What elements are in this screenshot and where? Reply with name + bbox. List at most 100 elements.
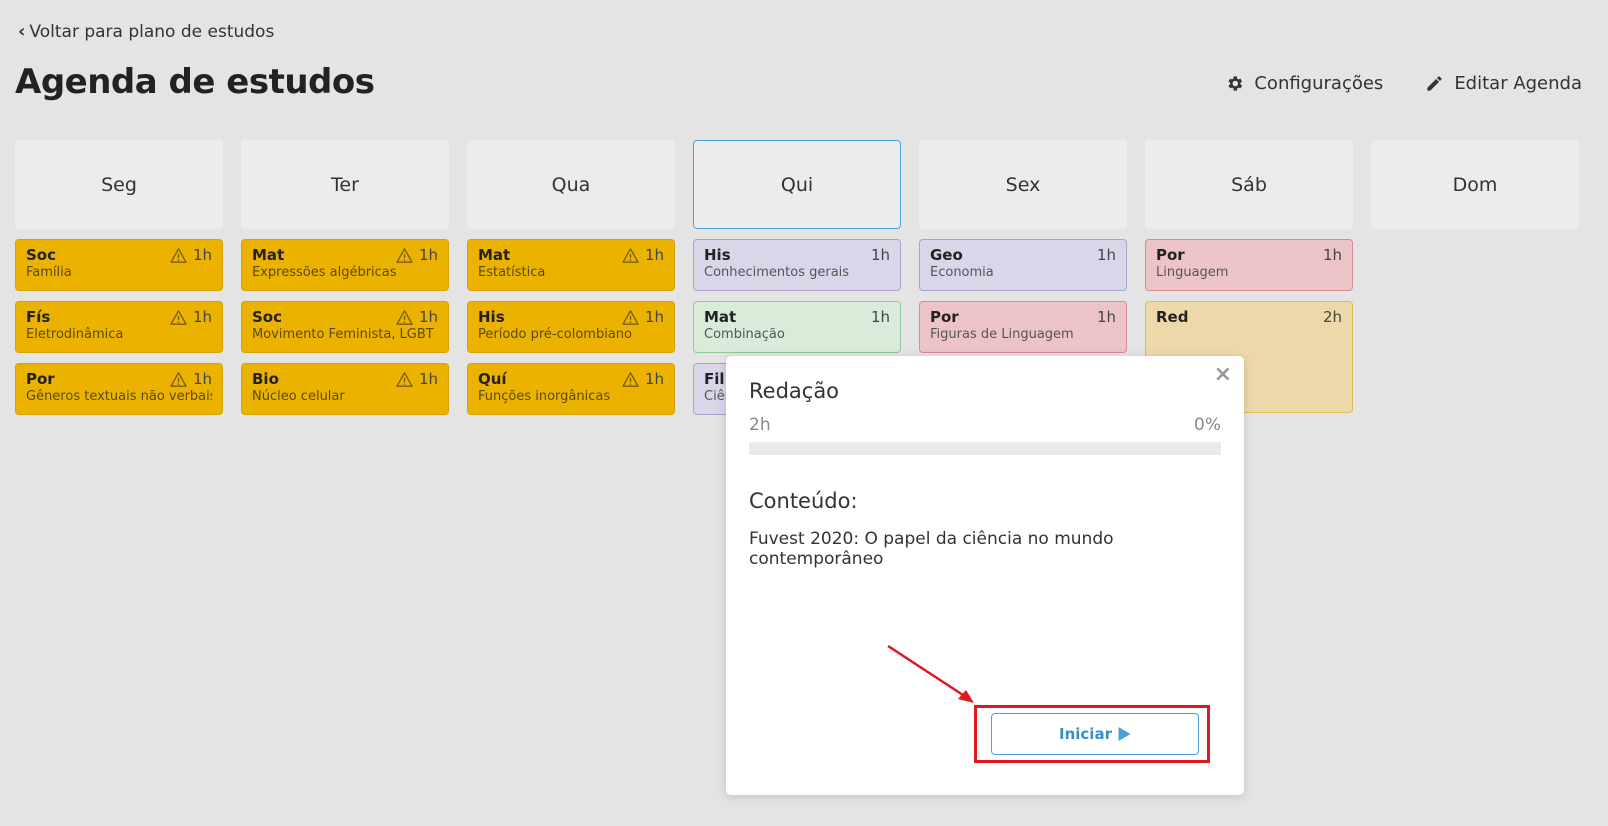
card-duration-label: 1h [644,370,664,388]
card-topic: Movimento Feminista, LGBT e [252,327,438,342]
close-icon[interactable]: × [1214,362,1232,387]
card-subject: Geo [930,246,963,264]
study-card[interactable]: Mat Estatística 1h [467,239,675,291]
study-card[interactable]: Mat Expressões algébricas 1h [241,239,449,291]
card-topic: Linguagem [1156,265,1229,280]
card-duration: 1h [396,308,438,326]
progress-meta: 2h 0% [749,415,1221,435]
modal-title: Redação [749,379,840,403]
warning-icon [622,371,639,387]
settings-button[interactable]: Configurações [1225,73,1383,94]
card-duration-label: 1h [192,370,212,388]
gear-icon [1228,76,1243,91]
day-column: Seg Soc Família 1h Fís Eletrodinâmica 1h Por Gên… [15,140,223,415]
study-card[interactable]: His Conhecimentos gerais 1h [693,239,901,291]
study-card[interactable]: Por Gêneros textuais não verbais 1h [15,363,223,415]
page-title: Agenda de estudos [15,62,375,102]
card-topic: Conhecimentos gerais [704,265,850,280]
back-link-label: Voltar para plano de estudos [29,21,275,42]
card-duration-label: 1h [418,308,438,326]
card-duration: 1h [622,246,664,264]
content-text: Fuvest 2020: O papel da ciência no mundo… [749,529,1114,569]
card-duration-label: 1h [644,308,664,326]
card-duration-label: 1h [644,246,664,264]
study-card[interactable]: Geo Economia 1h [919,239,1127,291]
day-column: Ter Mat Expressões algébricas 1h Soc Moviment… [241,140,449,415]
day-column: Qua Mat Estatística 1h His Período pré-colomb… [467,140,675,415]
card-topic: Período pré-colombiano [478,327,632,342]
card-duration: 1h [1323,246,1342,264]
progress-percent: 0% [1194,415,1221,435]
card-topic: Funções inorgânicas [478,389,611,404]
warning-icon [622,247,639,263]
back-link[interactable]: ‹ Voltar para plano de estudos [18,21,274,42]
day-header[interactable]: Sáb [1145,140,1353,229]
warning-icon [170,371,187,387]
modal-duration: 2h [749,415,771,435]
card-duration-label: 1h [192,308,212,326]
study-card[interactable]: Soc Família 1h [15,239,223,291]
card-duration: 1h [871,308,890,326]
card-topic: Expressões algébricas [252,265,397,280]
card-duration-label: 1h [1096,246,1116,264]
settings-label: Configurações [1254,73,1384,94]
study-card[interactable]: Por Figuras de Linguagem 1h [919,301,1127,353]
study-card[interactable]: Fís Eletrodinâmica 1h [15,301,223,353]
card-duration-label: 1h [192,246,212,264]
annotation-arrow [887,644,974,703]
study-card[interactable]: Quí Funções inorgânicas 1h [467,363,675,415]
study-card[interactable]: Por Linguagem 1h [1145,239,1353,291]
day-header[interactable]: Seg [15,140,223,229]
day-header[interactable]: Qua [467,140,675,229]
card-duration: 1h [170,246,212,264]
warning-icon [170,247,187,263]
edit-agenda-button[interactable]: Editar Agenda [1425,73,1582,94]
pencil-icon [1427,76,1442,91]
card-subject: Por [930,308,959,326]
warning-icon [396,247,413,263]
day-column: Dom [1371,140,1579,415]
card-topic: Economia [930,265,994,280]
top-actions: Configurações Editar Agenda [1225,73,1582,94]
card-duration-label: 1h [418,246,438,264]
study-card[interactable]: His Período pré-colombiano 1h [467,301,675,353]
study-card[interactable]: Bio Núcleo celular 1h [241,363,449,415]
card-topic: Combinação [704,327,785,342]
card-topic: Família [26,265,72,280]
card-duration: 1h [170,370,212,388]
study-card[interactable]: Soc Movimento Feminista, LGBT e 1h [241,301,449,353]
warning-icon [170,309,187,325]
warning-icon [396,371,413,387]
card-duration: 1h [622,308,664,326]
card-duration: 1h [1097,308,1116,326]
page: ‹ Voltar para plano de estudos Agenda de… [0,0,1608,826]
day-header[interactable]: Qui [693,140,901,229]
warning-icon [622,309,639,325]
card-duration-label: 2h [1322,308,1342,326]
day-header[interactable]: Ter [241,140,449,229]
card-duration: 1h [396,246,438,264]
progress-bar [749,442,1221,455]
card-topic: Núcleo celular [252,389,345,404]
card-duration: 1h [871,246,890,264]
annotation-highlight-box [974,705,1210,763]
card-duration: 1h [170,308,212,326]
card-duration-label: 1h [870,246,890,264]
card-duration-label: 1h [870,308,890,326]
warning-icon [396,309,413,325]
card-topic: Eletrodinâmica [26,327,124,342]
study-card[interactable]: Mat Combinação 1h [693,301,901,353]
card-topic: Gêneros textuais não verbais [26,389,212,404]
card-topic: Estatística [478,265,546,280]
chevron-left-icon: ‹ [18,21,26,42]
card-subject: Red [1156,308,1189,326]
content-heading: Conteúdo: [749,489,858,513]
card-duration: 1h [396,370,438,388]
day-header[interactable]: Dom [1371,140,1579,229]
card-duration: 1h [1097,246,1116,264]
card-duration-label: 1h [1096,308,1116,326]
card-duration: 1h [622,370,664,388]
edit-agenda-label: Editar Agenda [1454,73,1582,94]
day-header[interactable]: Sex [919,140,1127,229]
card-subject: His [704,246,731,264]
